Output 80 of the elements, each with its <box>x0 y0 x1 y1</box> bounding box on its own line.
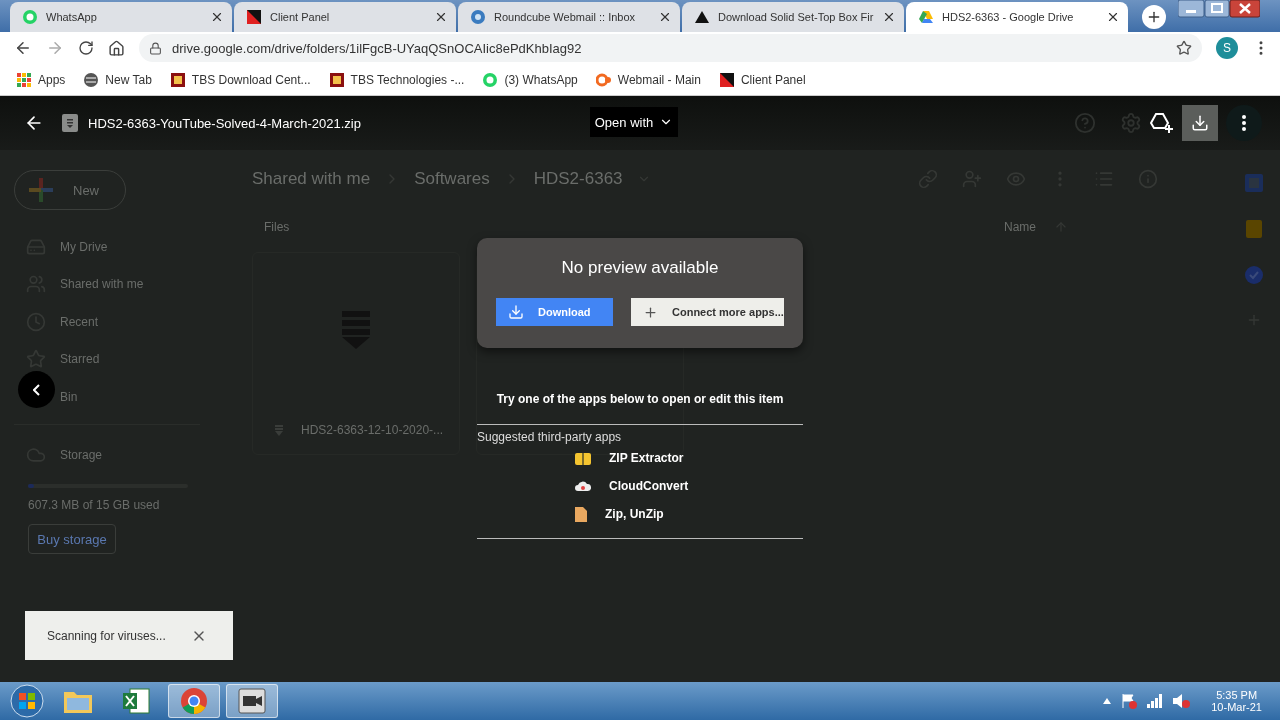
globe-icon <box>83 71 100 88</box>
more-button[interactable] <box>1226 105 1262 141</box>
open-with-button[interactable]: Open with <box>590 107 678 137</box>
bookmark-link[interactable]: TBS Technologies -... <box>328 71 465 88</box>
bookmark-link[interactable]: (3) WhatsApp <box>482 71 578 88</box>
chat-icon <box>22 9 38 25</box>
window-controls-drawing[interactable] <box>1178 0 1260 18</box>
download-button[interactable]: Download <box>496 298 613 326</box>
section-heading: Suggested third-party apps <box>477 430 623 444</box>
dialog-title: No preview available <box>561 258 719 278</box>
download-button[interactable] <box>1182 105 1218 141</box>
bookmark-link[interactable]: Client Panel <box>718 71 806 88</box>
close-icon[interactable] <box>1106 10 1120 24</box>
spreadsheet-icon <box>122 687 150 715</box>
reload-icon[interactable] <box>78 40 94 56</box>
hint-text: Try one of the apps below to open or edit this item <box>495 392 785 406</box>
bookmark-link[interactable]: TBS Download Cent... <box>169 71 311 88</box>
logo-icon <box>169 71 186 88</box>
chevron-left-icon <box>33 383 40 396</box>
plus-icon <box>643 304 658 320</box>
bookmark-link[interactable]: Apps <box>16 71 66 88</box>
buy-storage-button[interactable]: Buy storage <box>28 524 116 554</box>
flag-icon[interactable] <box>1121 693 1138 709</box>
plus-icon <box>1146 9 1162 25</box>
app-item[interactable]: ZIP Extractor <box>477 444 803 472</box>
collapse-button[interactable] <box>18 371 55 408</box>
file-icon <box>575 506 587 522</box>
archive-icon <box>575 451 591 465</box>
back-icon[interactable] <box>14 39 32 57</box>
triangle-icon <box>694 9 710 25</box>
cloud-icon <box>575 480 591 492</box>
file-icon <box>62 114 78 132</box>
start-button[interactable] <box>8 683 46 719</box>
speaker-muted-icon[interactable] <box>1173 693 1192 709</box>
download-icon <box>508 304 524 320</box>
close-icon[interactable] <box>210 10 224 24</box>
app-item[interactable]: CloudConvert <box>477 472 803 500</box>
profile-avatar[interactable]: S <box>1216 37 1238 59</box>
browser-tab[interactable]: HDS2-6363 - Google Drive <box>906 2 1128 32</box>
download-icon <box>1191 114 1209 132</box>
clock[interactable]: 5:35 PM 10-Mar-21 <box>1201 689 1272 713</box>
star-icon <box>26 349 46 370</box>
flag-icon <box>246 9 262 25</box>
bookmark-link[interactable]: New Tab <box>83 71 152 88</box>
logo-icon <box>328 71 345 88</box>
browser-tab[interactable]: Download Solid Set-Top Box Fir <box>682 2 904 32</box>
browser-tab[interactable]: Client Panel <box>234 2 456 32</box>
lock-icon <box>149 41 162 55</box>
taskbar-app[interactable] <box>226 684 278 718</box>
flag-icon <box>718 71 735 88</box>
toast-message: Scanning for viruses... <box>47 628 166 643</box>
home-icon[interactable] <box>108 39 125 57</box>
new-tab-button[interactable] <box>1142 5 1166 29</box>
address-bar[interactable]: drive.google.com/drive/folders/1ilFgcB-UYaqQSnOCAIic8ePdKhbIag92 <box>139 34 1202 62</box>
bookmark-star-icon[interactable] <box>1176 40 1192 56</box>
apps-grid-icon <box>16 71 32 88</box>
drive-icon <box>918 9 934 25</box>
file-title: HDS2-6363-YouTube-Solved-4-March-2021.zip <box>88 115 361 131</box>
connect-apps-button[interactable]: Connect more apps... <box>631 298 784 326</box>
signal-icon[interactable] <box>1147 694 1164 708</box>
globe-icon <box>470 9 486 25</box>
plus-icon <box>29 178 53 202</box>
app-item[interactable]: Zip, UnZip <box>477 500 803 528</box>
close-icon[interactable] <box>882 10 896 24</box>
archive-icon <box>275 424 283 436</box>
browser-icon <box>180 687 208 715</box>
storage-usage: 607.3 MB of 15 GB used <box>27 498 161 512</box>
camera-icon <box>238 688 266 714</box>
chat-icon <box>482 71 499 88</box>
section-heading: Files <box>264 220 290 234</box>
close-icon[interactable] <box>434 10 448 24</box>
add-to-drive-icon[interactable] <box>1150 112 1174 134</box>
bookmark-link[interactable]: Webmail - Main <box>595 71 701 88</box>
browser-tab[interactable]: Roundcube Webmail :: Inbox <box>458 2 680 32</box>
more-icon <box>1242 115 1246 131</box>
file-name: HDS2-6363-12-10-2020-... <box>301 423 444 437</box>
tray-arrow-icon[interactable] <box>1103 698 1112 704</box>
logo-icon <box>595 71 612 88</box>
browser-tab[interactable]: WhatsApp <box>10 2 232 32</box>
close-icon[interactable] <box>658 10 672 24</box>
